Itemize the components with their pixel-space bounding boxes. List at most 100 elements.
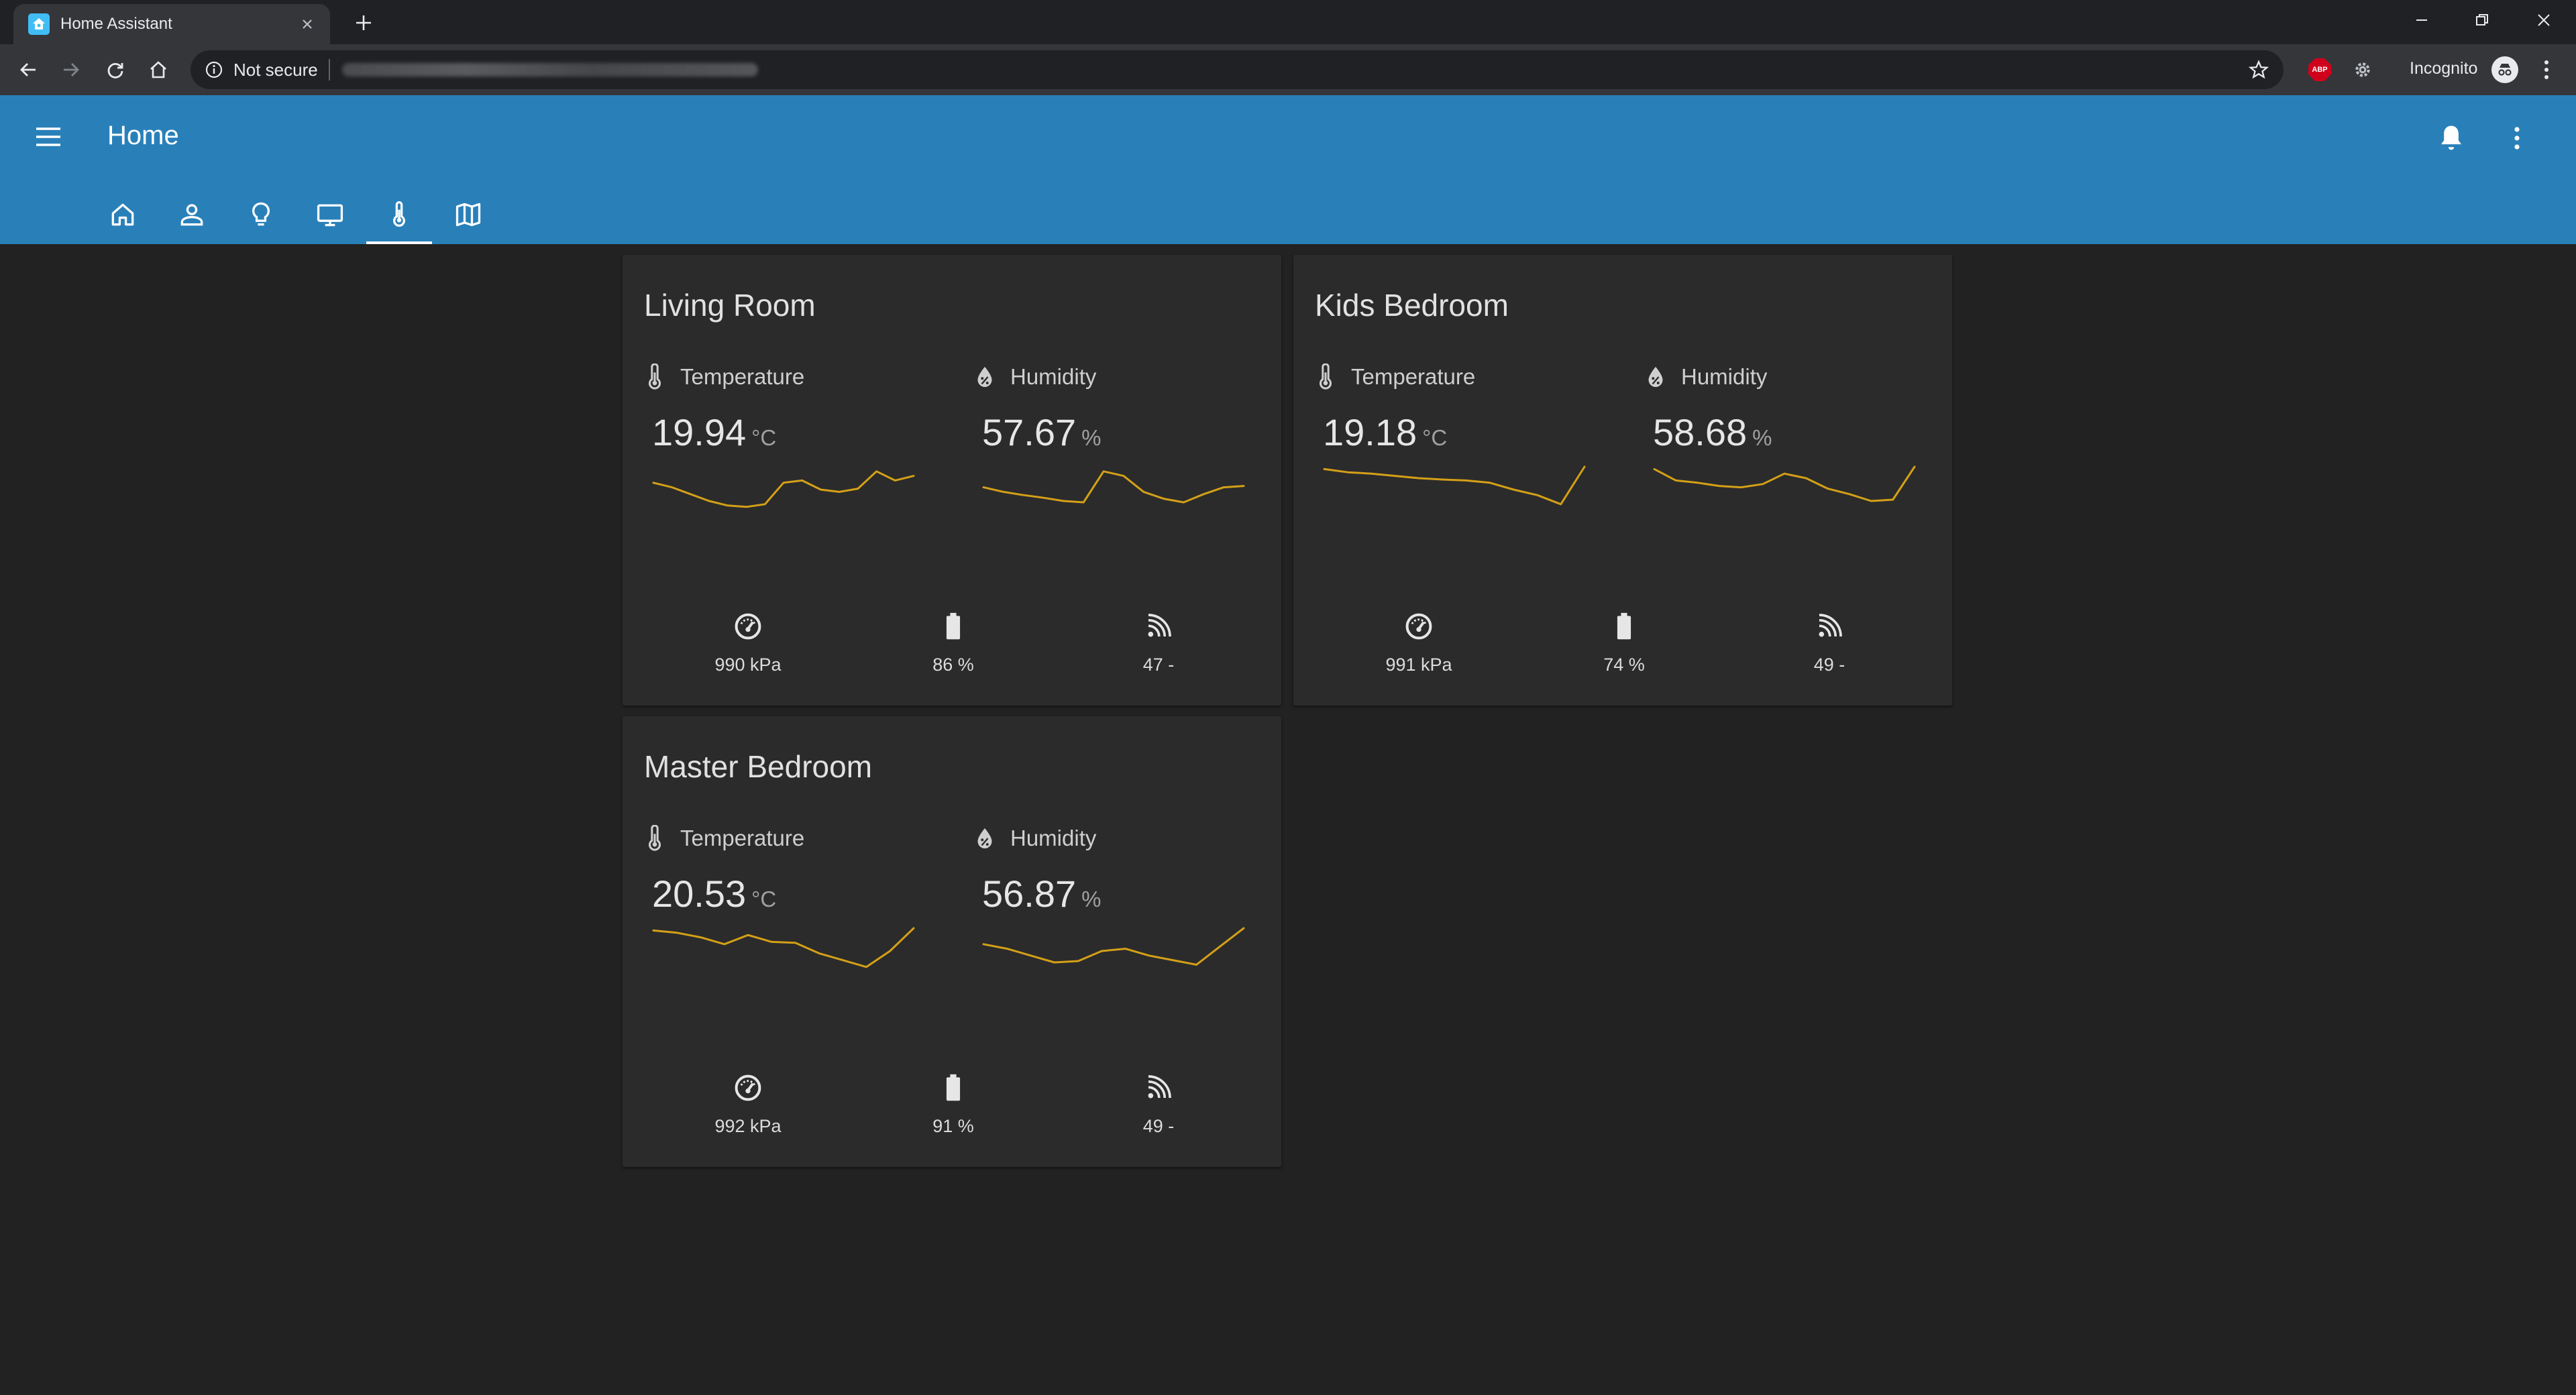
pressure-value: 990 kPa: [714, 655, 782, 675]
extension-gear-icon[interactable]: [2351, 58, 2375, 82]
water-percent-icon: [1644, 362, 1668, 392]
thermometer-icon: [643, 824, 667, 853]
signal-stat[interactable]: 49 -: [1098, 1072, 1219, 1146]
thermometer-icon: [393, 201, 405, 227]
notification-bell-icon[interactable]: [2431, 118, 2471, 158]
battery-value: 86 %: [932, 655, 974, 675]
tab-media[interactable]: [297, 185, 363, 244]
thermometer-icon: [643, 362, 667, 392]
sparkline-path: [982, 927, 1245, 966]
info-icon[interactable]: [203, 58, 225, 81]
gauge-icon: [732, 1072, 764, 1104]
water-percent-icon: [973, 824, 997, 853]
temperature-sparkline: [652, 927, 915, 968]
forward-icon[interactable]: [55, 54, 87, 86]
browser-menu-icon[interactable]: [2533, 56, 2560, 83]
humidity-value: 56.87%: [982, 873, 1102, 915]
battery-stat[interactable]: 74 %: [1564, 610, 1684, 684]
humidity-sensor[interactable]: Humidity 57.67%: [973, 362, 1248, 504]
overflow-menu-icon[interactable]: [2497, 118, 2537, 158]
humidity-sparkline: [1653, 465, 1916, 502]
humidity-label: Humidity: [1010, 364, 1097, 389]
pressure-value: 992 kPa: [714, 1116, 782, 1136]
gauge-icon: [732, 610, 764, 643]
incognito-icon[interactable]: [2491, 56, 2518, 83]
back-icon[interactable]: [12, 54, 44, 86]
reload-icon[interactable]: [99, 54, 131, 86]
temperature-label: Temperature: [680, 364, 805, 389]
signal-icon: [1142, 610, 1175, 643]
new-tab-icon[interactable]: [350, 9, 377, 36]
signal-stat[interactable]: 49 -: [1769, 610, 1890, 684]
browser-toolbar: Not secure ABP Incognito: [0, 44, 2576, 95]
room-name: Master Bedroom: [644, 749, 873, 784]
battery-stat[interactable]: 86 %: [893, 610, 1014, 684]
app-header: Home: [0, 95, 2576, 244]
battery-icon: [937, 610, 969, 643]
pressure-stat[interactable]: 991 kPa: [1358, 610, 1479, 684]
tab-people[interactable]: [159, 185, 225, 244]
browser-home-icon[interactable]: [142, 54, 174, 86]
pressure-value: 991 kPa: [1385, 655, 1452, 675]
browser-tab[interactable]: Home Assistant: [13, 4, 330, 44]
room-card: Master Bedroom Temperature 20.53 °C Humid…: [623, 716, 1281, 1167]
battery-value: 74 %: [1603, 655, 1645, 675]
temperature-value: 19.94 °C: [652, 411, 777, 453]
pressure-stat[interactable]: 992 kPa: [688, 1072, 808, 1146]
humidity-value: 57.67%: [982, 411, 1102, 453]
temperature-sparkline: [652, 470, 915, 508]
battery-icon: [937, 1072, 969, 1104]
thermometer-icon: [1313, 362, 1338, 392]
browser-tab-strip: Home Assistant: [0, 0, 2576, 44]
room-card: Kids Bedroom Temperature 19.18 °C Humidit…: [1293, 255, 1952, 706]
tab-home[interactable]: [90, 185, 156, 244]
room-name: Kids Bedroom: [1315, 288, 1509, 323]
temperature-value: 19.18 °C: [1323, 411, 1448, 453]
humidity-sensor[interactable]: Humidity 58.68%: [1644, 362, 1919, 502]
bookmark-star-icon[interactable]: [2247, 58, 2270, 81]
temperature-value: 20.53 °C: [652, 873, 777, 915]
battery-icon: [1608, 610, 1640, 643]
tab-lights[interactable]: [228, 185, 294, 244]
temperature-sensor[interactable]: Temperature 20.53 °C: [643, 824, 918, 968]
sparkline-path: [1653, 465, 1916, 502]
temperature-label: Temperature: [680, 826, 805, 850]
hamburger-menu-icon[interactable]: [30, 118, 67, 156]
humidity-sparkline: [982, 927, 1245, 966]
close-tab-icon[interactable]: [297, 13, 318, 35]
monitor-icon: [317, 204, 343, 227]
humidity-label: Humidity: [1681, 364, 1768, 389]
restore-icon[interactable]: [2455, 0, 2509, 40]
room-card: Living Room Temperature 19.94 °C Humidity…: [623, 255, 1281, 706]
incognito-label: Incognito: [2410, 59, 2478, 78]
home-icon: [111, 203, 134, 226]
water-percent-icon: [973, 362, 997, 392]
signal-value: 49 -: [1813, 655, 1845, 675]
tab-title: Home Assistant: [60, 15, 172, 33]
minimize-icon[interactable]: [2395, 0, 2449, 40]
humidity-value: 58.68%: [1653, 411, 1772, 453]
close-window-icon[interactable]: [2517, 0, 2571, 40]
home-assistant-favicon-icon: [28, 13, 50, 35]
sparkline-path: [652, 927, 915, 968]
humidity-sensor[interactable]: Humidity 56.87%: [973, 824, 1248, 966]
humidity-label: Humidity: [1010, 826, 1097, 850]
security-label: Not secure: [233, 59, 318, 80]
signal-stat[interactable]: 47 -: [1098, 610, 1219, 684]
pressure-stat[interactable]: 990 kPa: [688, 610, 808, 684]
sparkline-path: [652, 470, 915, 508]
battery-value: 91 %: [932, 1116, 974, 1136]
gauge-icon: [1403, 610, 1435, 643]
tab-climate[interactable]: [366, 185, 432, 244]
sparkline-path: [1323, 465, 1586, 506]
address-bar[interactable]: Not secure: [191, 50, 2284, 89]
address-divider: [328, 59, 330, 80]
battery-stat[interactable]: 91 %: [893, 1072, 1014, 1146]
tab-map[interactable]: [435, 185, 501, 244]
signal-icon: [1813, 610, 1845, 643]
room-name: Living Room: [644, 288, 816, 323]
temperature-sensor[interactable]: Temperature 19.94 °C: [643, 362, 918, 508]
temperature-sparkline: [1323, 465, 1586, 506]
adblock-extension-icon[interactable]: ABP: [2308, 58, 2332, 82]
temperature-sensor[interactable]: Temperature 19.18 °C: [1313, 362, 1589, 506]
